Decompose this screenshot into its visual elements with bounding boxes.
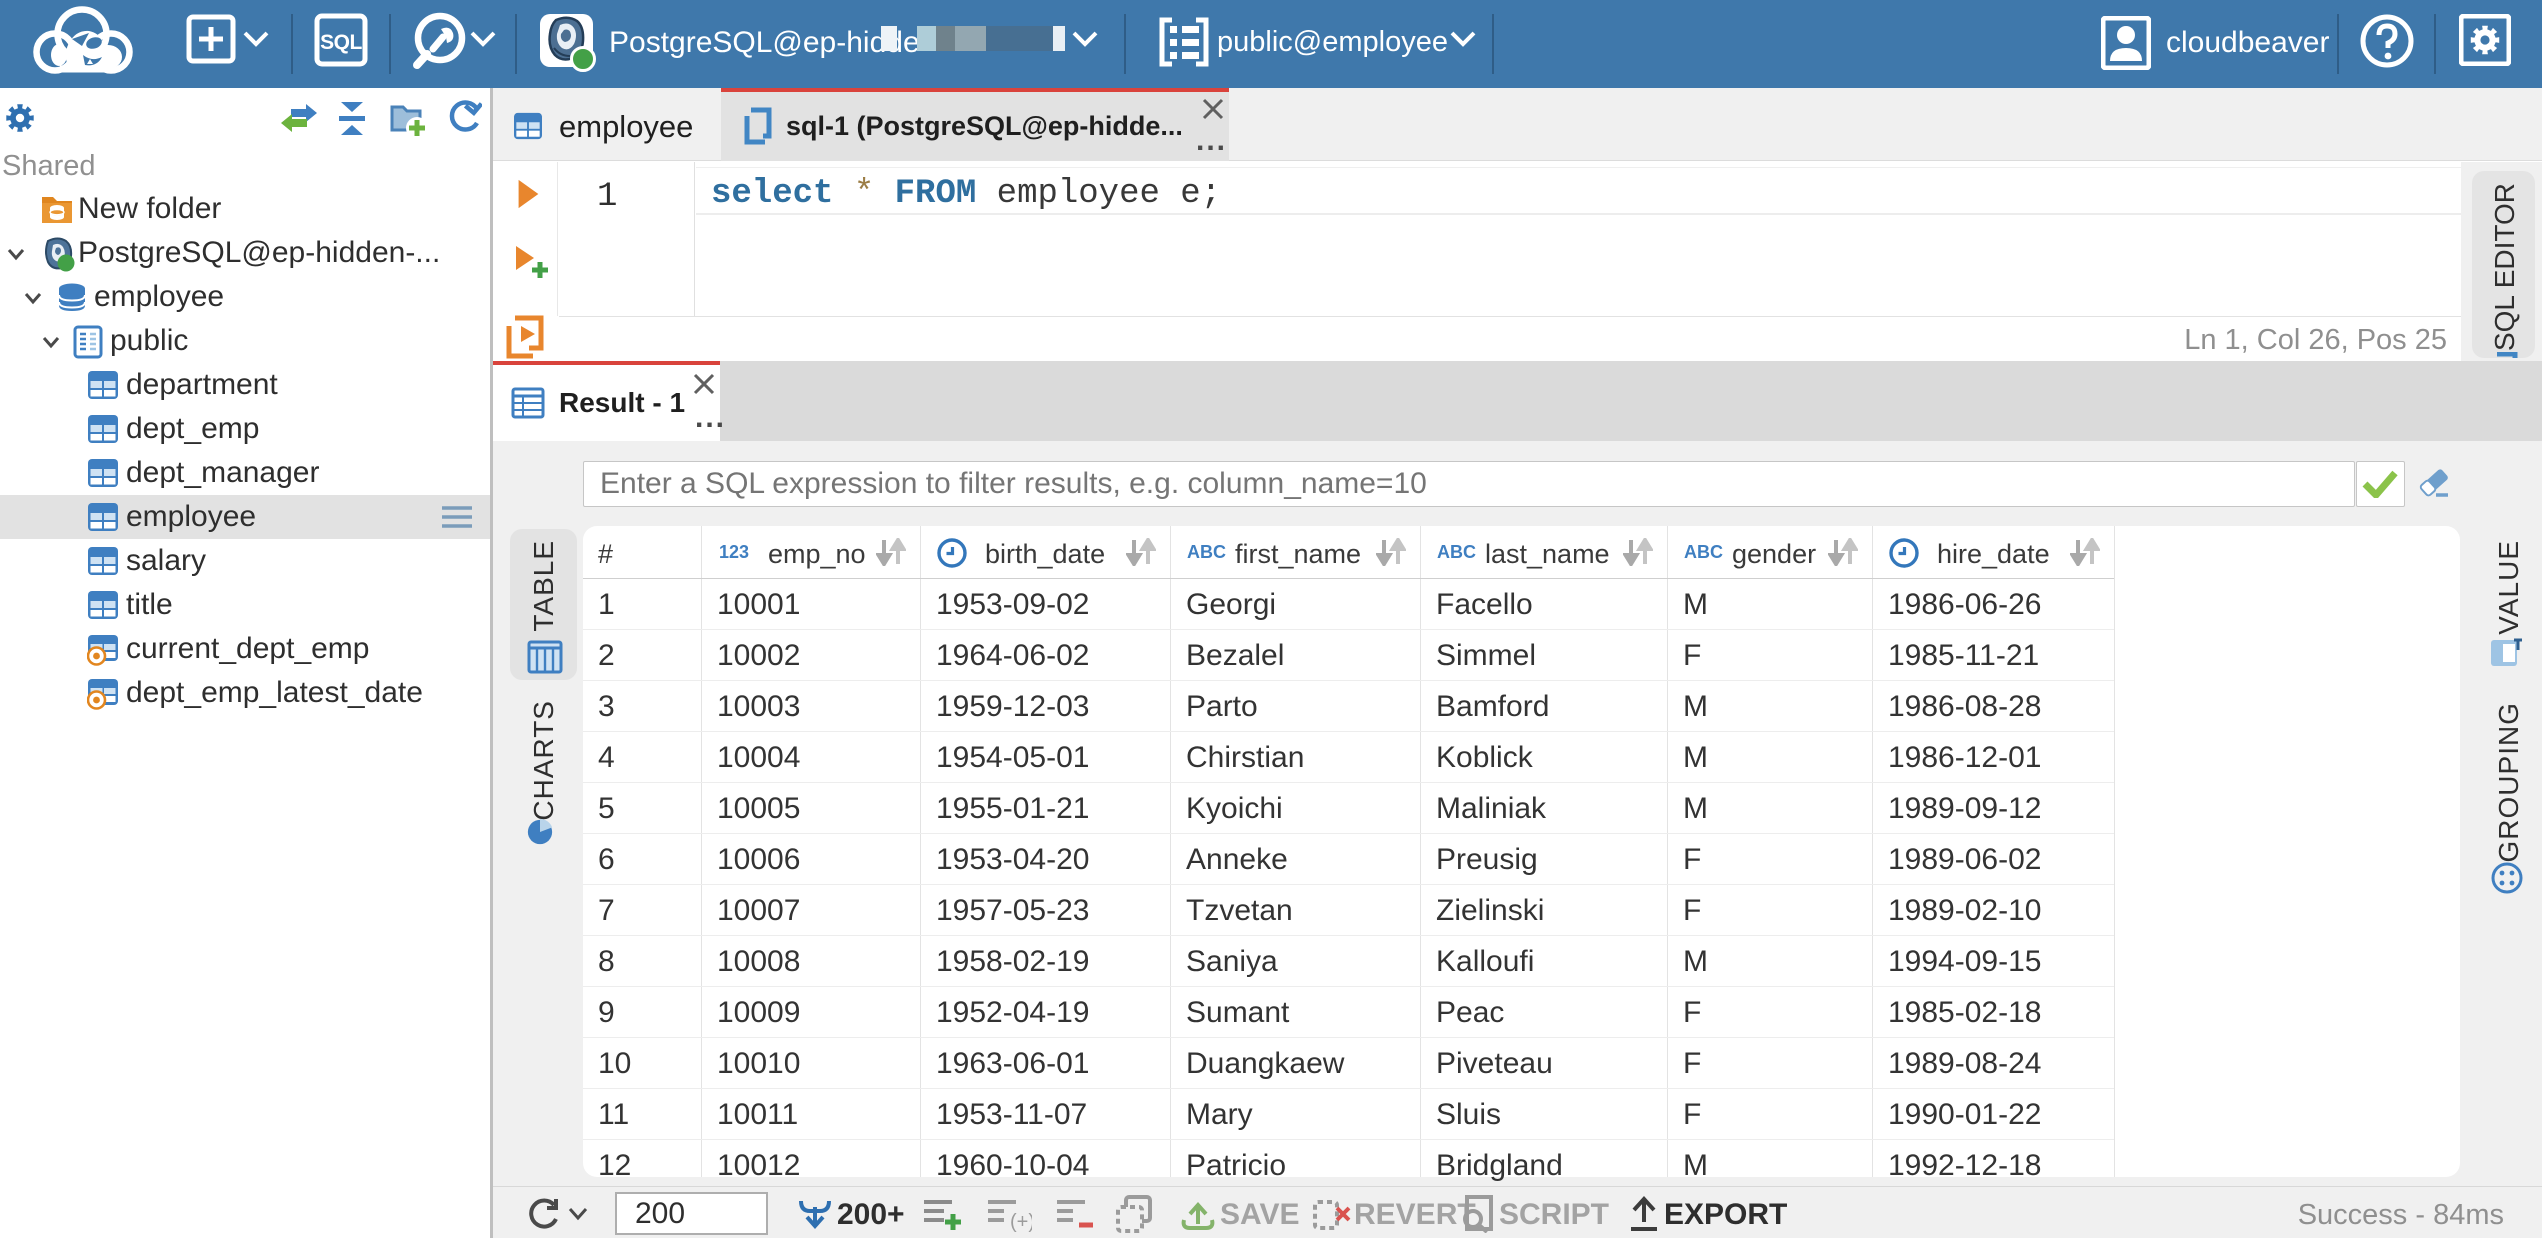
svg-text:(+): (+) xyxy=(1010,1211,1032,1232)
svg-text:SQL: SQL xyxy=(320,31,362,54)
